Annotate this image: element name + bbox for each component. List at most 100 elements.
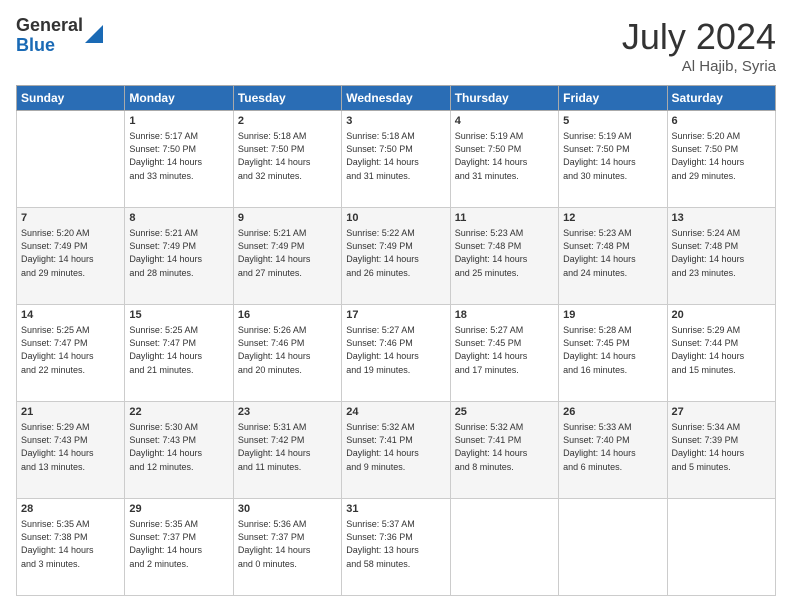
day-number: 17 — [346, 308, 445, 323]
cell-content: Sunrise: 5:33 AMSunset: 7:40 PMDaylight:… — [563, 421, 662, 473]
day-number: 26 — [563, 405, 662, 420]
cell-content: Sunrise: 5:19 AMSunset: 7:50 PMDaylight:… — [563, 130, 662, 182]
day-number: 19 — [563, 308, 662, 323]
day-number: 25 — [455, 405, 554, 420]
calendar-cell: 1Sunrise: 5:17 AMSunset: 7:50 PMDaylight… — [125, 111, 233, 208]
calendar-cell: 28Sunrise: 5:35 AMSunset: 7:38 PMDayligh… — [17, 499, 125, 596]
location-title: Al Hajib, Syria — [622, 58, 776, 75]
cell-content: Sunrise: 5:20 AMSunset: 7:50 PMDaylight:… — [672, 130, 771, 182]
day-number: 8 — [129, 211, 228, 226]
month-year-title: July 2024 — [622, 16, 776, 58]
cell-content: Sunrise: 5:19 AMSunset: 7:50 PMDaylight:… — [455, 130, 554, 182]
logo-general: General — [16, 16, 83, 36]
calendar-cell: 7Sunrise: 5:20 AMSunset: 7:49 PMDaylight… — [17, 208, 125, 305]
calendar-cell: 30Sunrise: 5:36 AMSunset: 7:37 PMDayligh… — [233, 499, 341, 596]
calendar-cell: 8Sunrise: 5:21 AMSunset: 7:49 PMDaylight… — [125, 208, 233, 305]
calendar-cell — [17, 111, 125, 208]
title-block: July 2024 Al Hajib, Syria — [622, 16, 776, 75]
logo: General Blue — [16, 16, 103, 56]
header-friday: Friday — [559, 86, 667, 111]
day-number: 11 — [455, 211, 554, 226]
day-number: 15 — [129, 308, 228, 323]
calendar-row-4: 21Sunrise: 5:29 AMSunset: 7:43 PMDayligh… — [17, 402, 776, 499]
calendar-cell — [450, 499, 558, 596]
day-number: 30 — [238, 502, 337, 517]
day-number: 20 — [672, 308, 771, 323]
day-number: 3 — [346, 114, 445, 129]
calendar-cell: 20Sunrise: 5:29 AMSunset: 7:44 PMDayligh… — [667, 305, 775, 402]
cell-content: Sunrise: 5:22 AMSunset: 7:49 PMDaylight:… — [346, 227, 445, 279]
day-number: 10 — [346, 211, 445, 226]
logo-text: General Blue — [16, 16, 83, 56]
calendar-cell: 10Sunrise: 5:22 AMSunset: 7:49 PMDayligh… — [342, 208, 450, 305]
cell-content: Sunrise: 5:28 AMSunset: 7:45 PMDaylight:… — [563, 324, 662, 376]
day-number: 16 — [238, 308, 337, 323]
header-sunday: Sunday — [17, 86, 125, 111]
day-number: 23 — [238, 405, 337, 420]
day-number: 14 — [21, 308, 120, 323]
calendar-cell: 5Sunrise: 5:19 AMSunset: 7:50 PMDaylight… — [559, 111, 667, 208]
calendar-cell: 11Sunrise: 5:23 AMSunset: 7:48 PMDayligh… — [450, 208, 558, 305]
calendar-cell: 24Sunrise: 5:32 AMSunset: 7:41 PMDayligh… — [342, 402, 450, 499]
cell-content: Sunrise: 5:34 AMSunset: 7:39 PMDaylight:… — [672, 421, 771, 473]
calendar-cell: 21Sunrise: 5:29 AMSunset: 7:43 PMDayligh… — [17, 402, 125, 499]
calendar-cell — [559, 499, 667, 596]
day-number: 5 — [563, 114, 662, 129]
day-number: 22 — [129, 405, 228, 420]
day-number: 28 — [21, 502, 120, 517]
day-number: 29 — [129, 502, 228, 517]
cell-content: Sunrise: 5:17 AMSunset: 7:50 PMDaylight:… — [129, 130, 228, 182]
calendar-cell: 26Sunrise: 5:33 AMSunset: 7:40 PMDayligh… — [559, 402, 667, 499]
calendar-cell: 25Sunrise: 5:32 AMSunset: 7:41 PMDayligh… — [450, 402, 558, 499]
day-number: 13 — [672, 211, 771, 226]
calendar-cell: 19Sunrise: 5:28 AMSunset: 7:45 PMDayligh… — [559, 305, 667, 402]
calendar-cell: 12Sunrise: 5:23 AMSunset: 7:48 PMDayligh… — [559, 208, 667, 305]
day-number: 7 — [21, 211, 120, 226]
calendar-cell: 22Sunrise: 5:30 AMSunset: 7:43 PMDayligh… — [125, 402, 233, 499]
header: General Blue July 2024 Al Hajib, Syria — [16, 16, 776, 75]
day-number: 1 — [129, 114, 228, 129]
day-number: 27 — [672, 405, 771, 420]
logo-blue: Blue — [16, 36, 83, 56]
calendar-row-2: 7Sunrise: 5:20 AMSunset: 7:49 PMDaylight… — [17, 208, 776, 305]
header-row: Sunday Monday Tuesday Wednesday Thursday… — [17, 86, 776, 111]
cell-content: Sunrise: 5:35 AMSunset: 7:38 PMDaylight:… — [21, 518, 120, 570]
day-number: 21 — [21, 405, 120, 420]
day-number: 24 — [346, 405, 445, 420]
calendar-table: Sunday Monday Tuesday Wednesday Thursday… — [16, 85, 776, 596]
calendar-cell: 23Sunrise: 5:31 AMSunset: 7:42 PMDayligh… — [233, 402, 341, 499]
cell-content: Sunrise: 5:21 AMSunset: 7:49 PMDaylight:… — [129, 227, 228, 279]
calendar-row-1: 1Sunrise: 5:17 AMSunset: 7:50 PMDaylight… — [17, 111, 776, 208]
calendar-cell: 2Sunrise: 5:18 AMSunset: 7:50 PMDaylight… — [233, 111, 341, 208]
cell-content: Sunrise: 5:23 AMSunset: 7:48 PMDaylight:… — [455, 227, 554, 279]
day-number: 31 — [346, 502, 445, 517]
calendar-row-5: 28Sunrise: 5:35 AMSunset: 7:38 PMDayligh… — [17, 499, 776, 596]
calendar-cell: 18Sunrise: 5:27 AMSunset: 7:45 PMDayligh… — [450, 305, 558, 402]
calendar-cell — [667, 499, 775, 596]
cell-content: Sunrise: 5:23 AMSunset: 7:48 PMDaylight:… — [563, 227, 662, 279]
page: General Blue July 2024 Al Hajib, Syria S… — [0, 0, 792, 612]
cell-content: Sunrise: 5:27 AMSunset: 7:45 PMDaylight:… — [455, 324, 554, 376]
calendar-cell: 31Sunrise: 5:37 AMSunset: 7:36 PMDayligh… — [342, 499, 450, 596]
cell-content: Sunrise: 5:27 AMSunset: 7:46 PMDaylight:… — [346, 324, 445, 376]
cell-content: Sunrise: 5:18 AMSunset: 7:50 PMDaylight:… — [238, 130, 337, 182]
header-wednesday: Wednesday — [342, 86, 450, 111]
day-number: 4 — [455, 114, 554, 129]
header-tuesday: Tuesday — [233, 86, 341, 111]
calendar-row-3: 14Sunrise: 5:25 AMSunset: 7:47 PMDayligh… — [17, 305, 776, 402]
calendar-cell: 13Sunrise: 5:24 AMSunset: 7:48 PMDayligh… — [667, 208, 775, 305]
day-number: 18 — [455, 308, 554, 323]
header-saturday: Saturday — [667, 86, 775, 111]
day-number: 12 — [563, 211, 662, 226]
cell-content: Sunrise: 5:29 AMSunset: 7:44 PMDaylight:… — [672, 324, 771, 376]
cell-content: Sunrise: 5:21 AMSunset: 7:49 PMDaylight:… — [238, 227, 337, 279]
cell-content: Sunrise: 5:29 AMSunset: 7:43 PMDaylight:… — [21, 421, 120, 473]
day-number: 9 — [238, 211, 337, 226]
cell-content: Sunrise: 5:32 AMSunset: 7:41 PMDaylight:… — [346, 421, 445, 473]
cell-content: Sunrise: 5:24 AMSunset: 7:48 PMDaylight:… — [672, 227, 771, 279]
day-number: 2 — [238, 114, 337, 129]
calendar-cell: 29Sunrise: 5:35 AMSunset: 7:37 PMDayligh… — [125, 499, 233, 596]
calendar-cell: 16Sunrise: 5:26 AMSunset: 7:46 PMDayligh… — [233, 305, 341, 402]
calendar-cell: 3Sunrise: 5:18 AMSunset: 7:50 PMDaylight… — [342, 111, 450, 208]
cell-content: Sunrise: 5:35 AMSunset: 7:37 PMDaylight:… — [129, 518, 228, 570]
